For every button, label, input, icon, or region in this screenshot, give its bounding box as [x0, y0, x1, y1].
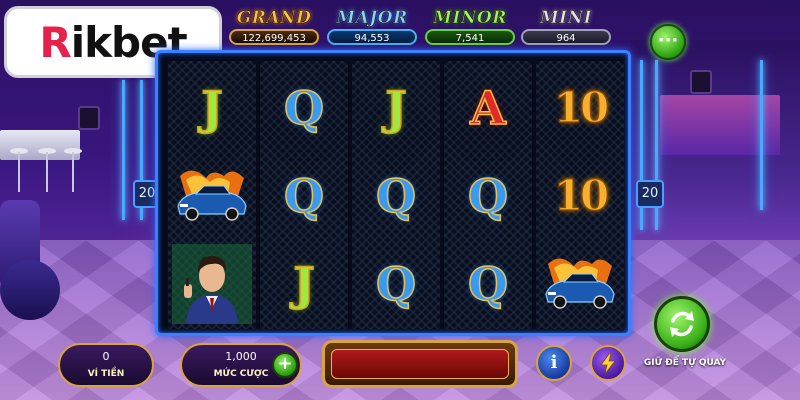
- bar-stool-leg: [72, 152, 74, 192]
- info-button[interactable]: i: [536, 345, 572, 381]
- symbol-q: Q: [283, 169, 325, 223]
- neon-strip: [122, 80, 125, 220]
- symbol-j: J: [384, 81, 407, 135]
- reel-2: QQJ: [260, 61, 348, 329]
- jackpot-grand: GRAND 122,699,453: [226, 8, 322, 52]
- reel-cell: J: [168, 65, 256, 151]
- spin-button[interactable]: [322, 340, 518, 388]
- reel-cell: A: [444, 65, 532, 151]
- speaker-icon: [78, 106, 100, 130]
- sports-car-icon: [545, 258, 615, 309]
- reel-frame: J Q Q J J Q Q A Q Q 10 10: [155, 50, 631, 336]
- jackpot-title: MAJOR: [336, 8, 408, 29]
- symbol-q: Q: [375, 169, 417, 223]
- reel-1: J: [168, 61, 256, 329]
- reel-cell: Q: [352, 241, 440, 327]
- jackpot-title: MINOR: [433, 8, 507, 29]
- jackpot-minor: MINOR 7,541: [422, 8, 518, 52]
- wallet-value: 0: [102, 350, 110, 363]
- wallet-label: VÍ TIỀN: [87, 369, 125, 379]
- logo-initial: R: [39, 17, 71, 67]
- jackpot-value: 964: [521, 29, 611, 45]
- bar-stool-leg: [46, 152, 48, 192]
- symbol-q: Q: [375, 257, 417, 311]
- jackpot-title: MINI: [539, 8, 593, 29]
- symbol-q: Q: [467, 169, 509, 223]
- reel-cell: J: [260, 241, 348, 327]
- bar-counter: [0, 130, 80, 160]
- reel-cell: J: [352, 65, 440, 151]
- reel-cell: Q: [260, 153, 348, 239]
- reel-cell: Q: [444, 153, 532, 239]
- symbol-10: 10: [553, 83, 610, 132]
- autospin-label: GIỮ ĐỂ TỰ QUAY: [643, 358, 727, 368]
- bet-increase-button[interactable]: +: [272, 352, 298, 378]
- reel-cell: Q: [352, 153, 440, 239]
- reel-4: AQQ: [444, 61, 532, 329]
- reel-cell: [536, 241, 624, 327]
- jackpot-mini: MINI 964: [518, 8, 614, 52]
- jackpot-title: GRAND: [236, 8, 312, 29]
- bar-stool-leg: [18, 152, 20, 192]
- reel-cell: Q: [444, 241, 532, 327]
- sports-car-icon: [177, 170, 247, 221]
- reel-cell: Q: [260, 65, 348, 151]
- sofa: [0, 260, 60, 320]
- lightning-icon: [600, 353, 616, 375]
- symbol-j: J: [200, 81, 223, 135]
- turbo-button[interactable]: [590, 345, 626, 381]
- neon-strip: [760, 60, 763, 210]
- speaker-icon: [690, 70, 712, 94]
- refresh-icon: [670, 311, 694, 337]
- jackpot-value: 122,699,453: [229, 29, 319, 45]
- wallet-display: 0 VÍ TIỀN: [58, 343, 154, 387]
- jackpot-value: 7,541: [425, 29, 515, 45]
- symbol-10: 10: [553, 171, 610, 220]
- symbol-q: Q: [283, 81, 325, 135]
- jackpot-value: 94,553: [327, 29, 417, 45]
- reel-5: 10 10: [536, 61, 624, 329]
- symbol-a: A: [469, 81, 506, 135]
- symbol-q: Q: [467, 257, 509, 311]
- reel-cell: [168, 153, 256, 239]
- spin-button-face: [331, 349, 509, 379]
- secret-agent-icon: [172, 244, 252, 324]
- reel-3: JQQ: [352, 61, 440, 329]
- jackpot-major: MAJOR 94,553: [324, 8, 420, 52]
- payline-count-right: 20: [636, 180, 664, 208]
- symbol-j: J: [292, 257, 315, 311]
- reel-cell: 10: [536, 65, 624, 151]
- reel-cell: [168, 241, 256, 327]
- menu-button[interactable]: ···: [650, 24, 686, 60]
- reel-cell: 10: [536, 153, 624, 239]
- autospin-button[interactable]: [654, 296, 710, 352]
